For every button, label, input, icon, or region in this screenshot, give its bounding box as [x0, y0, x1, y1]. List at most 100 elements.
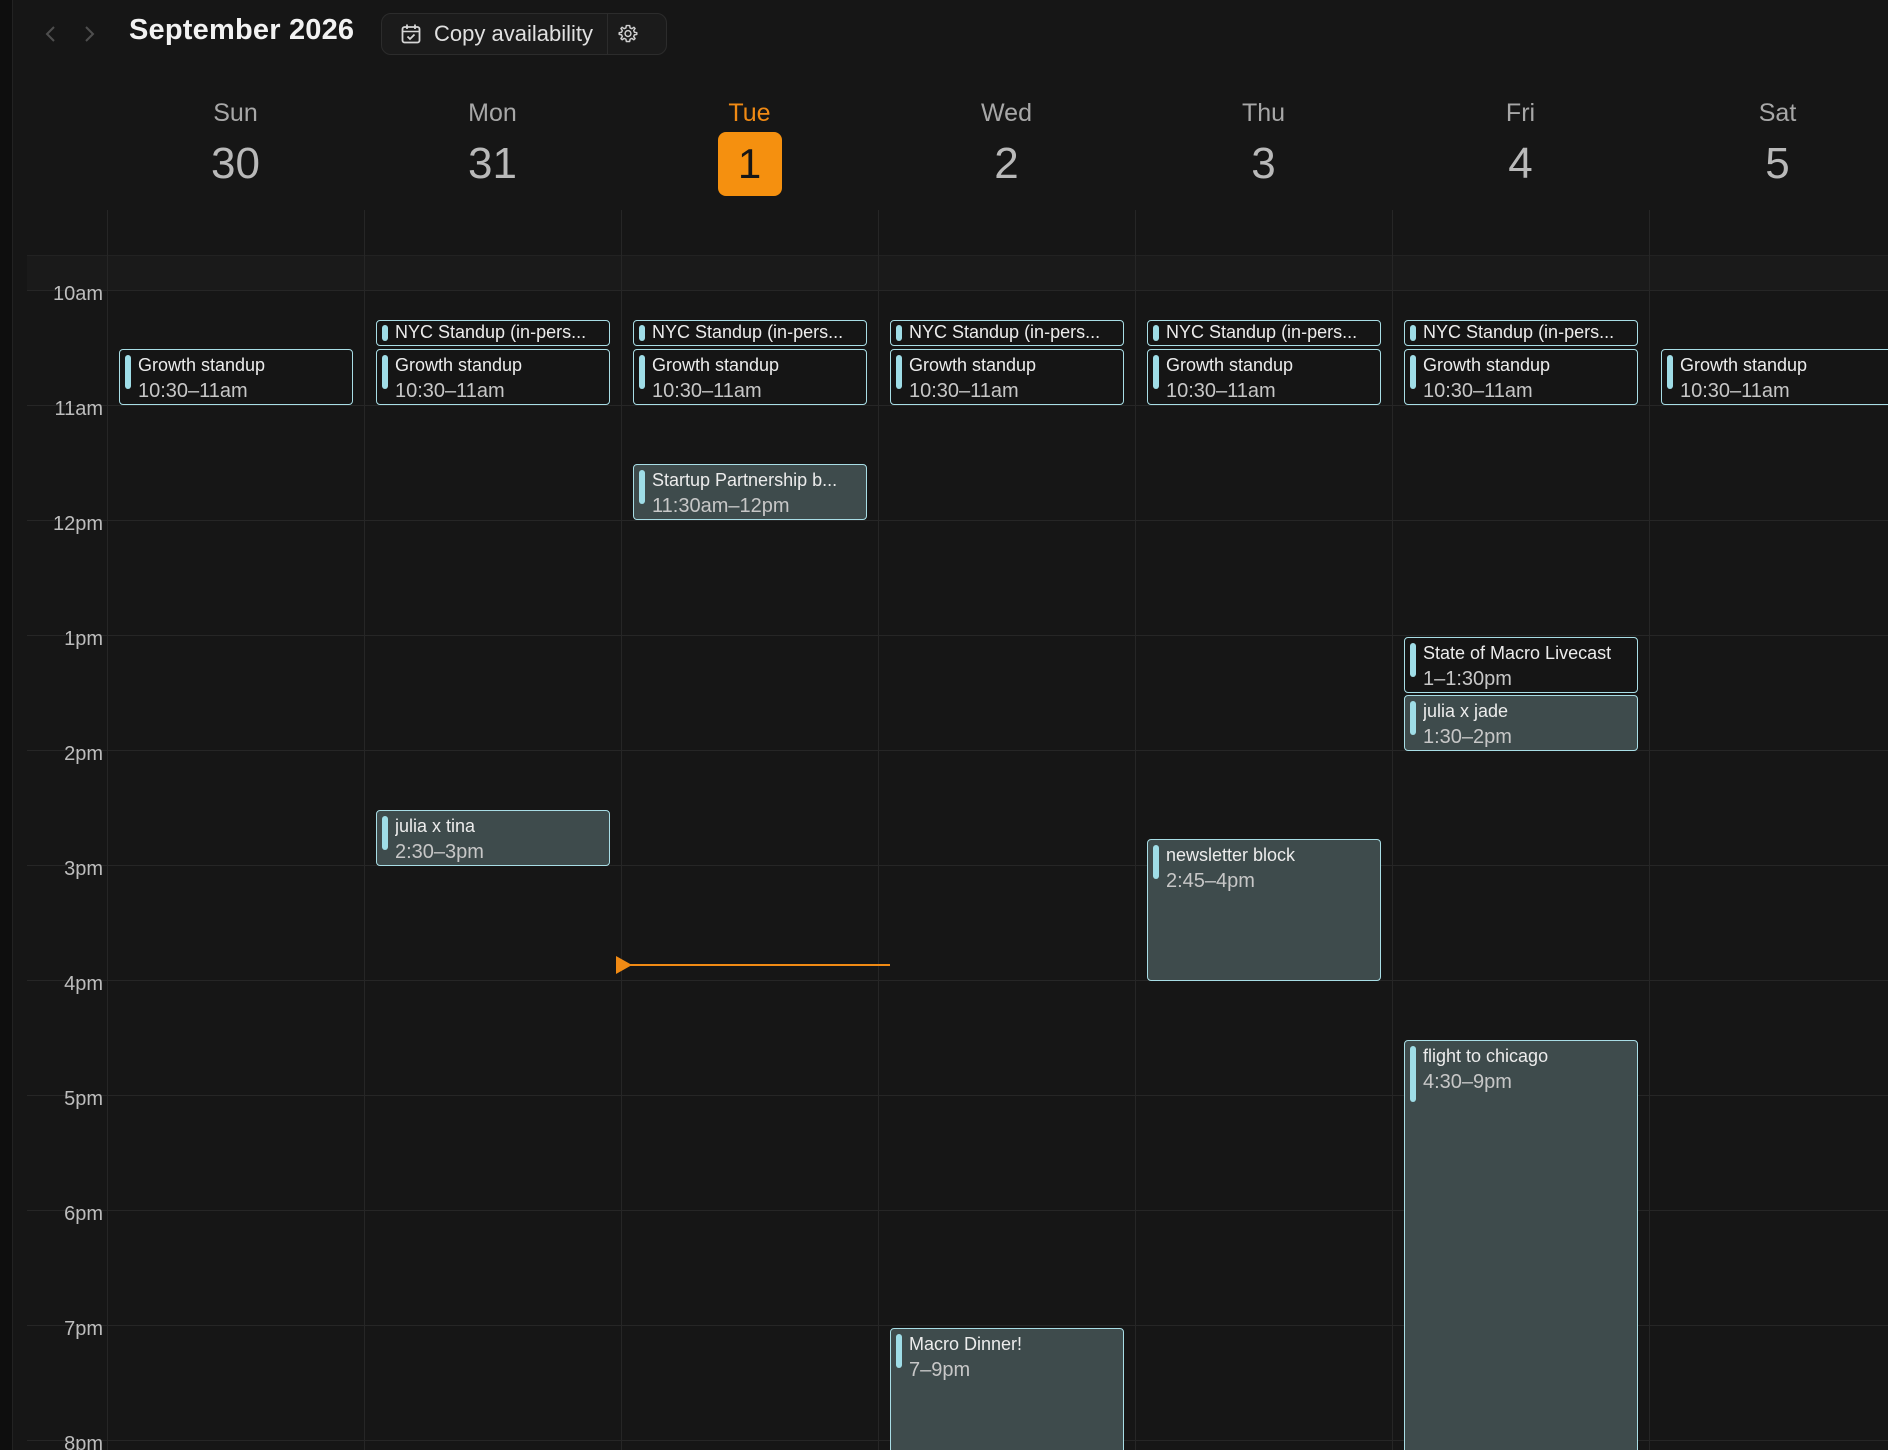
event-title: NYC Standup (in-pers... [652, 322, 844, 342]
event-newsletter-block[interactable]: newsletter block 2:45–4pm [1147, 839, 1381, 981]
hour-label: 12pm [52, 513, 103, 535]
event-growth-standup-sat[interactable]: Growth standup 10:30–11am [1661, 349, 1888, 405]
event-title: Growth standup [395, 355, 523, 375]
event-nyc-standup-thu[interactable]: NYC Standup (in-pers... [1147, 320, 1381, 346]
day-name: Fri [1505, 99, 1536, 127]
current-time-marker [616, 956, 632, 974]
event-growth-standup-fri[interactable]: Growth standup 10:30–11am [1404, 349, 1638, 405]
copy-availability-label: Copy availability [434, 21, 593, 46]
day-number: 31 [468, 139, 517, 188]
event-title: Growth standup [909, 355, 1037, 375]
day-number: 5 [1765, 139, 1790, 188]
event-title: Growth standup [138, 355, 266, 375]
day-header-wed[interactable]: Wed 2 [878, 96, 1135, 196]
event-color-bar [1153, 325, 1159, 341]
event-time: 2:30–3pm [395, 841, 484, 863]
all-day-strip[interactable] [27, 255, 1888, 291]
event-title: Growth standup [1423, 355, 1551, 375]
day-number: 3 [1251, 139, 1276, 188]
event-color-bar [639, 325, 645, 341]
event-color-bar [639, 355, 645, 389]
copy-availability-button[interactable]: Copy availability [382, 14, 608, 54]
event-growth-standup-mon[interactable]: Growth standup 10:30–11am [376, 349, 610, 405]
event-color-bar [1410, 701, 1416, 735]
event-time: 10:30–11am [395, 380, 505, 402]
event-title: Macro Dinner! [909, 1334, 1023, 1354]
day-number: 4 [1508, 139, 1533, 188]
day-header-sun[interactable]: Sun 30 [107, 96, 364, 196]
today-badge: 1 [717, 132, 782, 196]
hour-gridline [27, 290, 1888, 291]
event-color-bar [896, 355, 902, 389]
settings-button[interactable] [608, 14, 648, 54]
event-growth-standup-wed[interactable]: Growth standup 10:30–11am [890, 349, 1124, 405]
calendar-app: September 2026 Copy availability Sun 30 … [12, 0, 1888, 1450]
event-color-bar [1153, 355, 1159, 389]
day-name: Sat [1758, 99, 1797, 127]
day-name: Thu [1241, 99, 1286, 127]
event-time: 4:30–9pm [1423, 1071, 1512, 1093]
event-nyc-standup-wed[interactable]: NYC Standup (in-pers... [890, 320, 1124, 346]
column-divider [621, 210, 622, 1450]
toolbar-actions: Copy availability [381, 13, 667, 55]
event-title: NYC Standup (in-pers... [1166, 322, 1358, 342]
hour-label: 11am [54, 398, 103, 420]
hour-label: 7pm [64, 1318, 103, 1340]
column-divider [364, 210, 365, 1450]
event-title: Growth standup [652, 355, 780, 375]
event-color-bar [1667, 355, 1673, 389]
hour-label: 10am [52, 283, 103, 305]
hour-label: 4pm [64, 973, 103, 995]
day-number: 30 [211, 139, 260, 188]
event-growth-standup-thu[interactable]: Growth standup 10:30–11am [1147, 349, 1381, 405]
event-growth-standup-sun[interactable]: Growth standup 10:30–11am [119, 349, 353, 405]
current-time-line [625, 964, 890, 966]
event-title: Growth standup [1166, 355, 1294, 375]
event-title: Startup Partnership b... [652, 470, 838, 490]
hour-label: 6pm [64, 1203, 103, 1225]
day-name: Sun [213, 99, 258, 127]
day-header-fri[interactable]: Fri 4 [1392, 96, 1649, 196]
column-divider [1135, 210, 1136, 1450]
hour-label: 5pm [64, 1088, 103, 1110]
event-state-of-macro-livecast[interactable]: State of Macro Livecast 1–1:30pm [1404, 637, 1638, 693]
gear-icon [618, 24, 638, 43]
event-title: julia x jade [1423, 701, 1509, 721]
event-nyc-standup-fri[interactable]: NYC Standup (in-pers... [1404, 320, 1638, 346]
day-name: Mon [468, 99, 517, 127]
column-divider [878, 210, 879, 1450]
day-header-mon[interactable]: Mon 31 [364, 96, 621, 196]
day-header-thu[interactable]: Thu 3 [1135, 96, 1392, 196]
event-time: 11:30am–12pm [652, 495, 790, 517]
event-julia-x-jade[interactable]: julia x jade 1:30–2pm [1404, 695, 1638, 751]
event-flight-to-chicago[interactable]: flight to chicago 4:30–9pm [1404, 1040, 1638, 1450]
next-week-button[interactable] [75, 18, 103, 50]
event-growth-standup-tue[interactable]: Growth standup 10:30–11am [633, 349, 867, 405]
event-julia-x-tina[interactable]: julia x tina 2:30–3pm [376, 810, 610, 866]
event-color-bar [382, 325, 388, 341]
event-time: 2:45–4pm [1166, 870, 1255, 892]
event-color-bar [639, 470, 645, 504]
event-time: 10:30–11am [1680, 380, 1790, 402]
event-startup-partnership[interactable]: Startup Partnership b... 11:30am–12pm [633, 464, 867, 520]
prev-week-button[interactable] [37, 18, 65, 50]
event-title: NYC Standup (in-pers... [909, 322, 1101, 342]
event-color-bar [896, 1334, 902, 1368]
event-time: 10:30–11am [138, 380, 248, 402]
day-header-tue[interactable]: Tue 1 [621, 96, 878, 196]
event-title: newsletter block [1166, 845, 1296, 865]
hour-gridline [27, 635, 1888, 636]
event-title: State of Macro Livecast [1423, 643, 1612, 663]
event-title: NYC Standup (in-pers... [1423, 322, 1615, 342]
event-title: flight to chicago [1423, 1046, 1549, 1066]
event-nyc-standup-mon[interactable]: NYC Standup (in-pers... [376, 320, 610, 346]
chevron-left-icon [45, 26, 55, 42]
event-macro-dinner[interactable]: Macro Dinner! 7–9pm [890, 1328, 1124, 1450]
hour-gridline [27, 520, 1888, 521]
month-title: September 2026 [129, 14, 355, 46]
hour-label: 2pm [64, 743, 103, 765]
chevron-right-icon [85, 26, 95, 42]
day-header-sat[interactable]: Sat 5 [1649, 96, 1888, 196]
event-nyc-standup-tue[interactable]: NYC Standup (in-pers... [633, 320, 867, 346]
hour-gridline [27, 980, 1888, 981]
